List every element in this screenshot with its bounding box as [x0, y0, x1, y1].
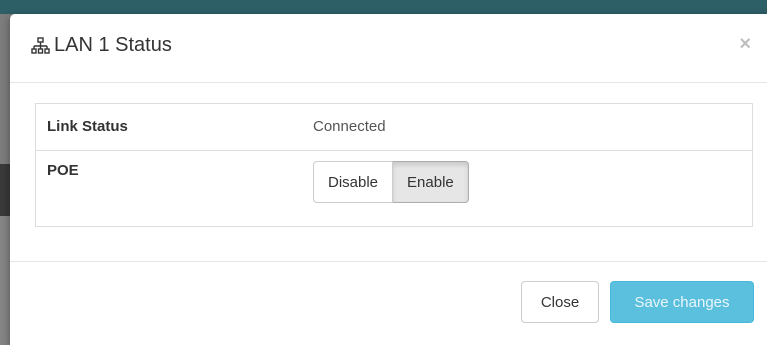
table-row: POE Disable Enable — [35, 150, 753, 227]
link-status-label: Link Status — [35, 103, 302, 151]
poe-enable-button[interactable]: Enable — [393, 161, 469, 203]
network-icon — [31, 37, 50, 54]
modal-title: LAN 1 Status — [31, 34, 172, 57]
close-icon[interactable]: × — [739, 34, 751, 54]
backdrop-top-bar — [0, 0, 767, 14]
poe-value: Disable Enable — [302, 150, 753, 227]
table-row: Link Status Connected — [35, 103, 753, 151]
modal-body: Link Status Connected POE Disable Enable — [10, 83, 767, 261]
poe-toggle-group: Disable Enable — [313, 161, 469, 203]
link-status-value: Connected — [302, 103, 753, 151]
close-button[interactable]: Close — [521, 281, 599, 323]
save-changes-button[interactable]: Save changes — [610, 281, 754, 323]
status-table: Link Status Connected POE Disable Enable — [35, 103, 753, 227]
poe-disable-button[interactable]: Disable — [313, 161, 394, 203]
modal-header: LAN 1 Status × — [10, 14, 767, 83]
lan-status-modal: LAN 1 Status × Link Status Connected POE… — [10, 14, 767, 345]
modal-footer: Close Save changes — [10, 261, 767, 345]
poe-label: POE — [35, 150, 302, 227]
modal-title-text: LAN 1 Status — [54, 34, 172, 56]
footer-buttons: Close Save changes — [521, 281, 754, 323]
